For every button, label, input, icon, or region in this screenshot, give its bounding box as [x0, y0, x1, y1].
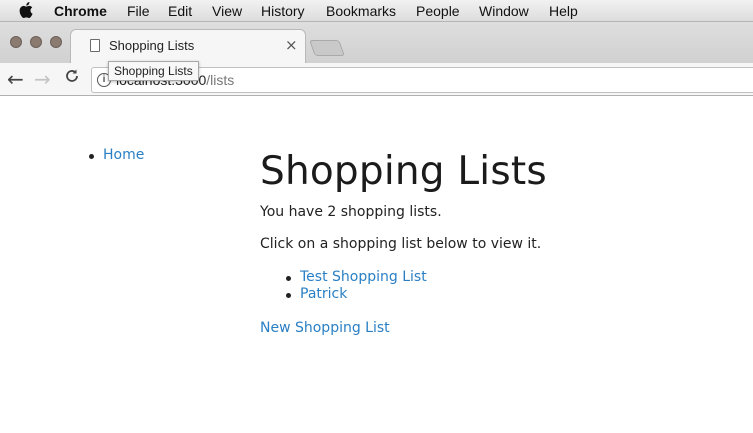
menu-history[interactable]: History [261, 3, 305, 19]
shopping-list-link[interactable]: Test Shopping List [300, 269, 427, 285]
menu-view[interactable]: View [212, 3, 242, 19]
window-zoom-button[interactable] [50, 36, 62, 48]
page-content: Home Shopping Lists You have 2 shopping … [0, 97, 753, 433]
nav-item-home: Home [88, 147, 144, 163]
back-arrow-icon[interactable]: ← [7, 67, 24, 91]
instruction-text: Click on a shopping list below to view i… [260, 236, 542, 252]
menu-help[interactable]: Help [549, 3, 578, 19]
reload-icon[interactable] [64, 68, 80, 89]
menu-file[interactable]: File [127, 3, 150, 19]
list-item: Test Shopping List [286, 269, 427, 286]
macos-menu-bar: Chrome File Edit View History Bookmarks … [0, 0, 753, 22]
tab-title: Shopping Lists [109, 38, 195, 53]
close-icon[interactable]: × [285, 36, 298, 54]
menu-people[interactable]: People [416, 3, 460, 19]
new-shopping-list-link[interactable]: New Shopping List [260, 320, 390, 336]
window-close-button[interactable] [10, 36, 22, 48]
page-title: Shopping Lists [260, 149, 547, 194]
home-link[interactable]: Home [103, 147, 144, 163]
shopping-list-link[interactable]: Patrick [300, 286, 347, 302]
menu-bookmarks[interactable]: Bookmarks [326, 3, 396, 19]
forward-arrow-icon[interactable]: → [34, 67, 51, 91]
apple-logo-icon[interactable] [19, 1, 35, 19]
new-tab-button[interactable] [309, 40, 345, 56]
tab-tooltip: Shopping Lists [108, 61, 199, 81]
list-count-text: You have 2 shopping lists. [260, 204, 442, 220]
window-minimize-button[interactable] [30, 36, 42, 48]
tab-shopping-lists[interactable]: Shopping Lists × [70, 29, 306, 64]
menu-edit[interactable]: Edit [168, 3, 192, 19]
list-item: Patrick [286, 286, 427, 303]
menu-window[interactable]: Window [479, 3, 529, 19]
url-path: /lists [206, 72, 235, 88]
menu-app-chrome[interactable]: Chrome [54, 3, 107, 19]
document-icon [90, 39, 100, 52]
shopping-lists: Test Shopping List Patrick [286, 269, 427, 303]
side-nav: Home [88, 147, 144, 163]
